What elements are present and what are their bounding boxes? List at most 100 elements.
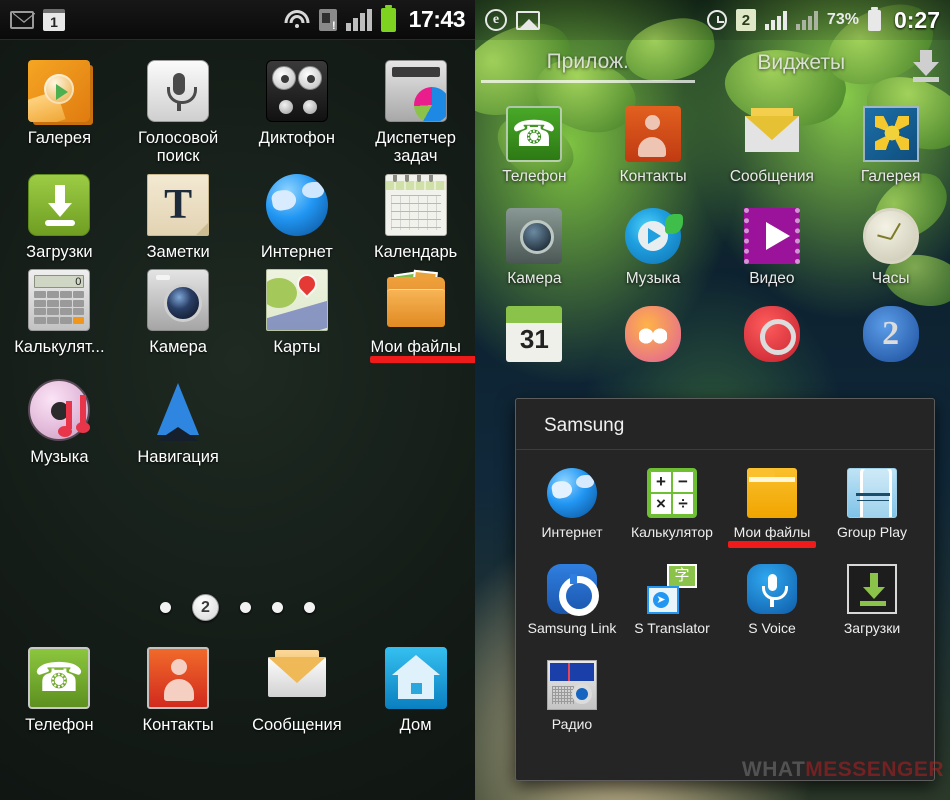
- folder-app-s-voice[interactable]: S Voice: [722, 556, 822, 636]
- internet-icon: [547, 468, 597, 518]
- clock-icon: [862, 208, 919, 264]
- app-navigation[interactable]: Навигация: [119, 371, 238, 466]
- app-contacts[interactable]: Контакты: [594, 106, 713, 186]
- app-label: Диктофон: [258, 129, 335, 147]
- arrow-icon: ➤: [653, 592, 669, 608]
- left-clock: 17:43: [408, 6, 466, 32]
- page-dot-5[interactable]: [304, 602, 315, 614]
- app-gallery[interactable]: Галерея: [831, 106, 950, 186]
- page-dot-2-active[interactable]: 2: [192, 594, 219, 622]
- page-dot-1[interactable]: [160, 602, 171, 614]
- app-label: Контакты: [619, 168, 687, 185]
- folder-title: Samsung: [516, 399, 934, 450]
- page-dot-3[interactable]: [240, 602, 251, 614]
- right-app-row-2: Камера Музыка Видео Часы: [475, 208, 950, 288]
- left-app-row-1: Галерея Голосовой поиск Диктофон Диспетч…: [0, 52, 475, 166]
- page-indicator[interactable]: 2: [0, 594, 475, 622]
- app-music[interactable]: Музыка: [594, 208, 713, 288]
- app-label: Навигация: [137, 447, 219, 466]
- app-empty-slot: [238, 371, 357, 466]
- camera-icon: [506, 208, 563, 264]
- download-icon[interactable]: [908, 46, 944, 86]
- left-app-grid: Галерея Голосовой поиск Диктофон Диспетч…: [0, 40, 475, 466]
- group-play-icon: [847, 468, 897, 518]
- music-icon: [28, 378, 91, 441]
- app-camera[interactable]: Камера: [119, 261, 238, 356]
- folder-app-calculator[interactable]: + − × ÷ Калькулятор: [622, 460, 722, 540]
- app-task-manager[interactable]: Диспетчер задач: [356, 52, 475, 166]
- app-label: Калькулят...: [14, 338, 105, 357]
- internet-icon: [265, 173, 328, 236]
- folder-app-my-files[interactable]: Мои файлы: [722, 460, 822, 548]
- app-red-partial[interactable]: [713, 306, 832, 362]
- app-phone[interactable]: Телефон: [475, 106, 594, 186]
- app-clock[interactable]: Часы: [831, 208, 950, 288]
- app-label: Загрузки: [843, 620, 901, 636]
- app-internet[interactable]: Интернет: [238, 166, 357, 261]
- signal-bars-dim-icon: [795, 10, 818, 30]
- dock-contacts[interactable]: Контакты: [119, 639, 238, 734]
- app-notes[interactable]: T Заметки: [119, 166, 238, 261]
- app-label: Карты: [273, 338, 321, 357]
- blue-app-icon: 2: [862, 306, 919, 362]
- app-gallery[interactable]: Галерея: [0, 52, 119, 166]
- calendar-icon: 1: [43, 8, 65, 31]
- app-orange-partial[interactable]: [594, 306, 713, 362]
- site-watermark: WHATMESSENGER: [742, 758, 944, 782]
- folder-app-radio[interactable]: Радио: [522, 652, 622, 732]
- dock-label: Дом: [399, 716, 432, 735]
- app-label: S Voice: [748, 620, 796, 636]
- app-label: Сообщения: [729, 168, 814, 185]
- folder-app-downloads[interactable]: Загрузки: [822, 556, 922, 636]
- calc-key-times: ×: [650, 493, 672, 515]
- right-phone-screen: e 2 73% 0:27 Прилож. Виджеты Тел: [475, 0, 950, 800]
- app-label: Музыка: [30, 447, 89, 466]
- left-status-system: 17:43: [284, 4, 466, 33]
- folder-row-3: Радио: [522, 652, 928, 732]
- gallery-icon: [862, 106, 919, 162]
- app-label: Калькулятор: [631, 524, 713, 540]
- app-voice-recorder[interactable]: Диктофон: [238, 52, 357, 166]
- app-label: Samsung Link: [527, 620, 617, 636]
- browser-e-icon: e: [485, 9, 507, 31]
- dock-phone[interactable]: Телефон: [0, 639, 119, 734]
- dock-messages[interactable]: Сообщения: [238, 639, 357, 734]
- folder-app-group-play[interactable]: Group Play: [822, 460, 922, 540]
- notes-icon: T: [147, 173, 210, 236]
- sim-card-icon: [318, 8, 337, 31]
- app-blue-partial[interactable]: 2: [831, 306, 950, 362]
- app-voice-search[interactable]: Голосовой поиск: [119, 52, 238, 166]
- music-icon: [625, 208, 684, 264]
- app-label: Камера: [507, 270, 562, 287]
- app-messages[interactable]: Сообщения: [713, 106, 832, 186]
- page-dot-4[interactable]: [272, 602, 283, 614]
- app-calculator[interactable]: 0 Калькулят...: [0, 261, 119, 356]
- app-video[interactable]: Видео: [713, 208, 832, 288]
- app-camera[interactable]: Камера: [475, 208, 594, 288]
- folder-app-samsung-link[interactable]: Samsung Link: [522, 556, 622, 636]
- app-music[interactable]: Музыка: [0, 371, 119, 466]
- right-app-row-1: Телефон Контакты Сообщения Галерея: [475, 106, 950, 186]
- app-label: Загрузки: [26, 242, 93, 261]
- tab-widgets[interactable]: Виджеты: [695, 51, 909, 81]
- folder-row-1: Интернет + − × ÷ Калькулятор Мои файлы G…: [522, 460, 928, 548]
- right-status-bar: e 2 73% 0:27: [475, 0, 950, 40]
- app-label: Мои файлы: [733, 524, 811, 540]
- left-status-notifications: 1: [10, 8, 65, 31]
- app-planner-partial[interactable]: 31: [475, 306, 594, 362]
- app-calendar[interactable]: Календарь: [356, 166, 475, 261]
- app-label: Телефон: [502, 168, 567, 185]
- app-label: Голосовой поиск: [138, 129, 219, 166]
- dock-home[interactable]: Дом: [356, 639, 475, 734]
- calculator-icon: + − × ÷: [647, 468, 697, 518]
- folder-app-internet[interactable]: Интернет: [522, 460, 622, 540]
- tab-apps[interactable]: Прилож.: [481, 50, 695, 83]
- radio-icon: [547, 660, 597, 710]
- app-maps[interactable]: Карты: [238, 261, 357, 356]
- app-downloads[interactable]: Загрузки: [0, 166, 119, 261]
- app-my-files[interactable]: Мои файлы: [356, 261, 475, 363]
- folder-app-s-translator[interactable]: 字 A ➤ S Translator: [622, 556, 722, 636]
- right-clock: 0:27: [893, 6, 940, 33]
- app-label: Галерея: [860, 168, 921, 185]
- app-label: Диспетчер задач: [375, 129, 456, 166]
